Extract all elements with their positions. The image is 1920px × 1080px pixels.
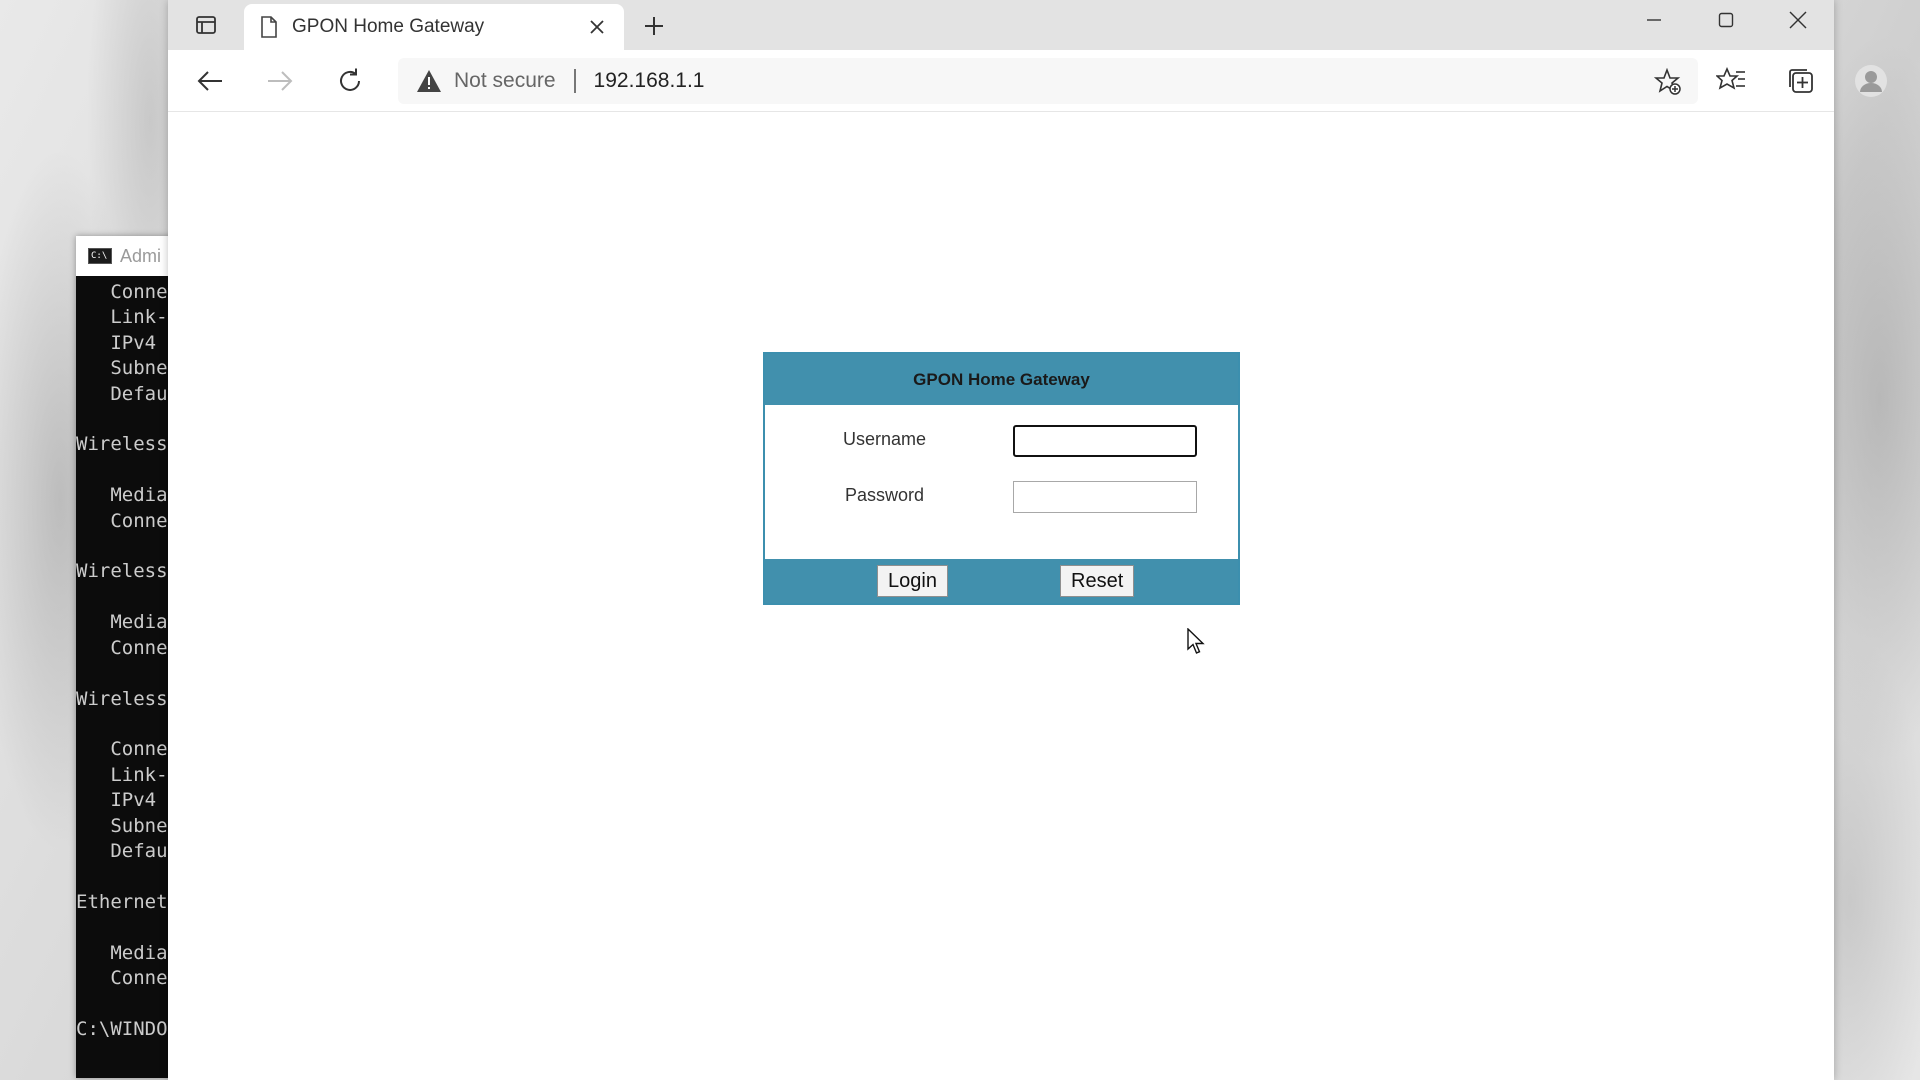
login-actions: Login Reset bbox=[765, 559, 1238, 603]
login-panel: GPON Home Gateway Username Password Logi… bbox=[763, 352, 1240, 605]
avatar-icon bbox=[1855, 65, 1887, 97]
collections-button[interactable] bbox=[1778, 58, 1824, 104]
close-window-button[interactable] bbox=[1762, 0, 1834, 40]
login-button[interactable]: Login bbox=[877, 565, 948, 597]
back-arrow-icon bbox=[197, 70, 222, 91]
close-window-icon bbox=[1789, 11, 1807, 29]
reset-button[interactable]: Reset bbox=[1060, 565, 1135, 597]
username-label: Username bbox=[843, 429, 927, 449]
password-row: Password bbox=[765, 467, 1238, 523]
favorites-icon bbox=[1716, 67, 1745, 90]
page-icon bbox=[261, 16, 277, 38]
security-status[interactable]: Not secure bbox=[454, 69, 556, 93]
maximize-button[interactable] bbox=[1690, 0, 1762, 40]
tab-strip: GPON Home Gateway bbox=[168, 0, 1834, 50]
navigation-toolbar: Not secure 192.168.1.1 bbox=[168, 50, 1887, 112]
login-title: GPON Home Gateway bbox=[765, 354, 1238, 405]
plus-icon bbox=[645, 17, 663, 35]
back-button[interactable] bbox=[187, 58, 233, 104]
page-viewport: GPON Home Gateway Username Password Logi… bbox=[168, 112, 1834, 1080]
username-row: Username bbox=[765, 411, 1238, 467]
browser-tools bbox=[1708, 58, 1920, 104]
refresh-icon bbox=[340, 68, 360, 91]
profile-button[interactable] bbox=[1848, 58, 1894, 104]
refresh-button[interactable] bbox=[327, 58, 373, 104]
username-input[interactable] bbox=[1013, 425, 1197, 457]
favorites-button[interactable] bbox=[1708, 58, 1754, 104]
tab-gpon-home-gateway[interactable]: GPON Home Gateway bbox=[244, 4, 624, 50]
mouse-cursor-icon bbox=[1187, 628, 1205, 654]
browser-window: GPON Home Gateway Not secure 192.168.1.1… bbox=[168, 0, 1887, 1080]
url-text[interactable]: 192.168.1.1 bbox=[594, 69, 705, 93]
address-separator bbox=[573, 69, 576, 93]
password-label: Password bbox=[845, 485, 925, 505]
forward-button[interactable] bbox=[257, 58, 303, 104]
tab-actions-icon bbox=[196, 16, 216, 34]
close-tab-icon[interactable] bbox=[586, 16, 608, 38]
warning-icon[interactable] bbox=[416, 69, 442, 93]
tab-title: GPON Home Gateway bbox=[292, 16, 485, 37]
terminal-title: Admi bbox=[120, 245, 162, 266]
address-bar[interactable]: Not secure 192.168.1.1 bbox=[398, 58, 1698, 104]
password-input[interactable] bbox=[1013, 481, 1197, 513]
tab-actions-button[interactable] bbox=[168, 0, 244, 50]
new-tab-button[interactable] bbox=[632, 4, 676, 48]
maximize-icon bbox=[1718, 12, 1734, 28]
collections-icon bbox=[1789, 69, 1813, 93]
minimize-button[interactable] bbox=[1618, 0, 1690, 40]
forward-arrow-icon bbox=[268, 70, 293, 91]
window-controls bbox=[1618, 0, 1834, 40]
command-prompt-icon: C:\ bbox=[88, 248, 112, 264]
minimize-icon bbox=[1647, 19, 1661, 21]
add-favorite-icon[interactable] bbox=[1654, 68, 1682, 96]
